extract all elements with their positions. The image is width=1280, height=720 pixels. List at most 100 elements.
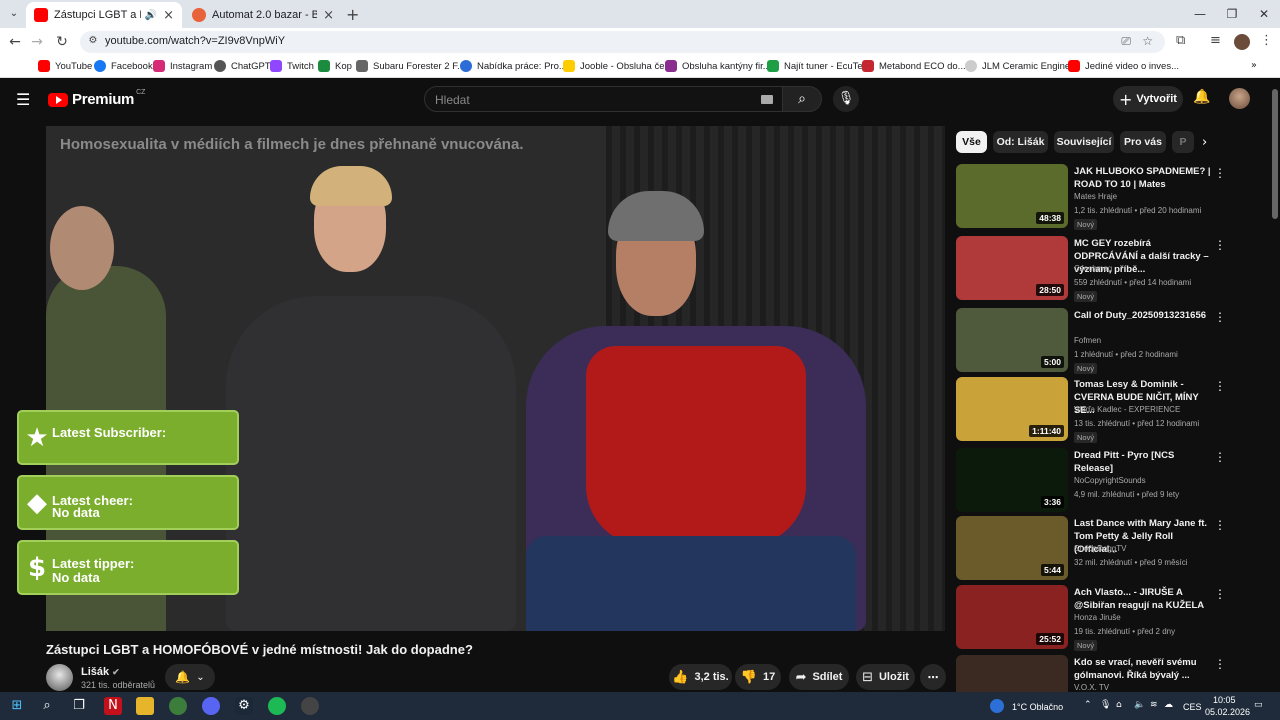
chip-from-channel[interactable]: Od: Lišák bbox=[993, 131, 1048, 153]
recommendation-item[interactable]: 48:38 JAK HLUBOKO SPADNEME? | ROAD TO 10 … bbox=[956, 164, 1256, 230]
recommendation-channel[interactable]: SnoopDoggTV bbox=[1074, 544, 1126, 553]
recommendation-channel[interactable]: V.O.X. TV bbox=[1074, 683, 1109, 692]
chip-partial[interactable]: P bbox=[1172, 131, 1194, 153]
video-thumbnail[interactable]: 5:00 bbox=[956, 308, 1068, 372]
bookmark-obsluha[interactable]: Obsluha kantýny fir... bbox=[665, 60, 771, 72]
browser-profile-avatar[interactable] bbox=[1234, 34, 1250, 50]
recommendation-item[interactable]: 5:00 Call of Duty_20250913231656 Fofmen 1 z… bbox=[956, 308, 1256, 374]
discord-icon[interactable] bbox=[202, 697, 220, 715]
create-button[interactable]: + Vytvořit bbox=[1113, 86, 1183, 112]
clock-date[interactable]: 05.02.2026 bbox=[1205, 707, 1250, 717]
minimize-icon[interactable]: — bbox=[1184, 0, 1216, 28]
video-thumbnail[interactable]: 3:36 bbox=[956, 448, 1068, 512]
more-actions-icon[interactable]: ⋯ bbox=[920, 664, 946, 690]
recommendation-title[interactable]: Call of Duty_20250913231656 bbox=[1074, 309, 1212, 322]
chrome-icon[interactable] bbox=[169, 697, 187, 715]
bookmark-youtube[interactable]: YouTube bbox=[38, 60, 92, 72]
share-button[interactable]: ➦ Sdílet bbox=[789, 664, 849, 690]
tray-chevron-icon[interactable]: ⌃ bbox=[1084, 700, 1092, 710]
recommendation-title[interactable]: Ach Vlasto... - JIRUŠE A @Sibiřan reaguj… bbox=[1074, 586, 1212, 612]
steam-icon[interactable]: ⚙ bbox=[235, 697, 253, 715]
obs-icon[interactable] bbox=[301, 697, 319, 715]
recommendation-channel[interactable]: Vláďa Kadlec - EXPERIENCE bbox=[1074, 405, 1180, 414]
weather-icon[interactable] bbox=[990, 699, 1004, 713]
recommendation-title[interactable]: Kdo se vrací, nevěří svému gólmanovi. Ří… bbox=[1074, 656, 1212, 682]
close-tab-icon[interactable]: × bbox=[323, 8, 334, 23]
notifications-bell-icon[interactable]: 🔔 bbox=[1193, 89, 1210, 105]
volume-icon[interactable]: 🔈 bbox=[1134, 700, 1145, 710]
bookmark-video[interactable]: Jediné video o inves... bbox=[1068, 60, 1179, 72]
bookmark-twitch[interactable]: Twitch bbox=[270, 60, 314, 72]
more-options-icon[interactable]: ⋮ bbox=[1214, 310, 1226, 324]
chip-related[interactable]: Související bbox=[1054, 131, 1114, 153]
tab-search-icon[interactable]: ⌄ bbox=[6, 6, 22, 22]
more-options-icon[interactable]: ⋮ bbox=[1214, 379, 1226, 393]
language-indicator[interactable]: CES bbox=[1183, 702, 1202, 712]
more-options-icon[interactable]: ⋮ bbox=[1214, 587, 1226, 601]
search-button[interactable]: ⌕ bbox=[782, 86, 822, 112]
bookmark-jlm[interactable]: JLM Ceramic Engine... bbox=[965, 60, 1078, 72]
close-window-icon[interactable]: ✕ bbox=[1248, 0, 1280, 28]
cast-icon[interactable]: ⎚ bbox=[1121, 34, 1131, 49]
dislike-button[interactable]: 👎 17 bbox=[735, 664, 781, 690]
subscribed-notifications-button[interactable]: 🔔 ⌄ bbox=[165, 664, 215, 690]
more-options-icon[interactable]: ⋮ bbox=[1214, 238, 1226, 252]
audio-playing-icon[interactable]: 🔊 bbox=[145, 10, 157, 21]
recommendation-channel[interactable]: Czechmag bbox=[1074, 264, 1112, 273]
browser-tab-youtube[interactable]: Zástupci LGBT a HOMOFÓBOVÉ v jedné místn… bbox=[26, 2, 182, 28]
bookmark-nabidka[interactable]: Nabídka práce: Pro... bbox=[460, 60, 567, 72]
recommendation-title[interactable]: JAK HLUBOKO SPADNEME? | ROAD TO 10 | Mat… bbox=[1074, 165, 1212, 191]
keyboard-icon[interactable] bbox=[761, 95, 773, 104]
bookmark-subaru[interactable]: Subaru Forester 2 F... bbox=[356, 60, 465, 72]
chevron-right-icon[interactable]: › bbox=[1202, 135, 1207, 150]
video-thumbnail[interactable]: 25:52 bbox=[956, 585, 1068, 649]
reading-list-icon[interactable]: ≡ bbox=[1210, 33, 1221, 48]
forward-icon[interactable]: → bbox=[28, 33, 46, 51]
more-options-icon[interactable]: ⋮ bbox=[1214, 518, 1226, 532]
recommendation-item[interactable]: 28:50 MC GEY rozebírá ODPRCÁVÁNÍ a další … bbox=[956, 236, 1256, 302]
maximize-icon[interactable]: ❐ bbox=[1216, 0, 1248, 28]
close-tab-icon[interactable]: × bbox=[163, 8, 174, 23]
bookmark-ecutek[interactable]: Najít tuner - EcuTek bbox=[767, 60, 867, 72]
mic-tray-icon[interactable]: 🎙 bbox=[1100, 700, 1111, 710]
bookmark-chatgpt[interactable]: ChatGPT bbox=[214, 60, 271, 72]
recommendation-item[interactable]: 1:11:40 Tomas Lesy & Dominik - CVERNA BUD… bbox=[956, 377, 1256, 443]
bookmark-kop[interactable]: Kop bbox=[318, 60, 352, 72]
more-options-icon[interactable]: ⋮ bbox=[1214, 166, 1226, 180]
back-icon[interactable]: ← bbox=[6, 33, 24, 51]
more-options-icon[interactable]: ⋮ bbox=[1214, 450, 1226, 464]
recommendation-channel[interactable]: Honza Jiruše bbox=[1074, 613, 1121, 622]
channel-name[interactable]: Lišák ✔ bbox=[81, 666, 120, 678]
new-tab-icon[interactable]: + bbox=[346, 5, 359, 24]
bookmark-facebook[interactable]: Facebook bbox=[94, 60, 153, 72]
more-bookmarks-icon[interactable]: » bbox=[1251, 60, 1257, 71]
recommendation-title[interactable]: Dread Pitt - Pyro [NCS Release] bbox=[1074, 449, 1212, 475]
cloud-icon[interactable]: ☁ bbox=[1164, 700, 1173, 710]
save-button[interactable]: ⊟ Uložit bbox=[856, 664, 915, 690]
chip-for-you[interactable]: Pro vás bbox=[1120, 131, 1166, 153]
recommendation-item[interactable]: 25:52 Ach Vlasto... - JIRUŠE A @Sibiřan r… bbox=[956, 585, 1256, 651]
bookmark-metabond[interactable]: Metabond ECO do... bbox=[862, 60, 966, 72]
recommendation-item[interactable]: 3:36 Dread Pitt - Pyro [NCS Release] NoCop… bbox=[956, 448, 1256, 512]
chip-all[interactable]: Vše bbox=[956, 131, 987, 153]
network-icon[interactable]: ⌂ bbox=[1116, 700, 1122, 710]
bookmark-instagram[interactable]: Instagram bbox=[153, 60, 212, 72]
menu-icon[interactable]: ☰ bbox=[16, 90, 30, 109]
windows-start-icon[interactable]: ⊞ bbox=[8, 697, 26, 715]
youtube-logo[interactable]: Premium CZ bbox=[48, 89, 145, 108]
spotify-icon[interactable] bbox=[268, 697, 286, 715]
weather-text[interactable]: 1°C Oblačno bbox=[1012, 702, 1063, 712]
notification-center-icon[interactable]: ▭ bbox=[1254, 700, 1263, 710]
netflix-icon[interactable]: N bbox=[104, 697, 122, 715]
recommendation-channel[interactable]: NoCopyrightSounds bbox=[1074, 476, 1146, 485]
wifi-icon[interactable]: ≋ bbox=[1150, 700, 1158, 710]
like-button[interactable]: 👍 3,2 tis. bbox=[669, 664, 732, 690]
search-icon[interactable]: ⌕ bbox=[38, 697, 56, 715]
recommendation-channel[interactable]: Fofmen bbox=[1074, 336, 1101, 345]
video-thumbnail[interactable]: 48:38 bbox=[956, 164, 1068, 228]
bookmark-jooble[interactable]: Jooble - Obsluha če... bbox=[563, 60, 672, 72]
address-bar[interactable]: ⚙ youtube.com/watch?v=ZI9v8VnpWiY ⎚ ☆ bbox=[80, 31, 1165, 53]
reload-icon[interactable]: ↻ bbox=[53, 33, 71, 51]
clock-time[interactable]: 10:05 bbox=[1213, 695, 1236, 705]
recommendation-item[interactable]: 5:44 Last Dance with Mary Jane ft. Tom Pe… bbox=[956, 516, 1256, 580]
